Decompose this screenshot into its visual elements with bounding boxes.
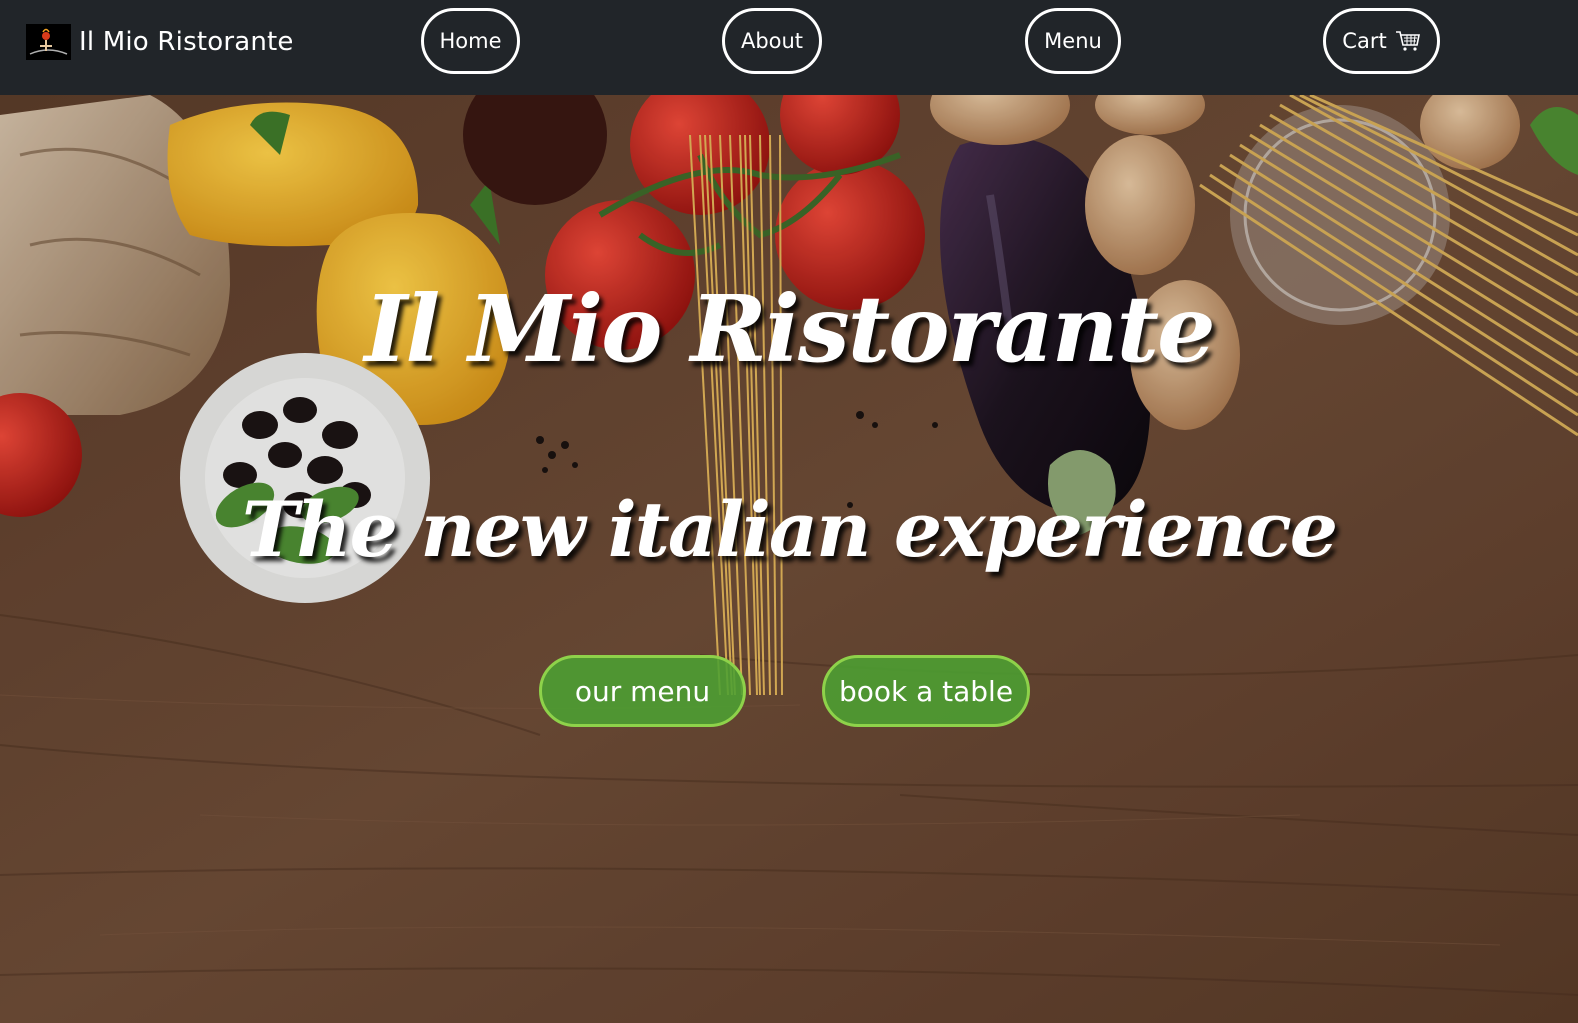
- navbar: Il Mio Ristorante Home About Menu Cart: [0, 0, 1578, 95]
- nav-menu-button[interactable]: Menu: [1025, 8, 1121, 74]
- nav-cart-label: Cart: [1342, 29, 1387, 53]
- shopping-cart-icon: [1395, 30, 1421, 52]
- chef-logo-icon: [26, 24, 71, 60]
- nav-menu-label: Menu: [1044, 29, 1102, 53]
- nav-about-button[interactable]: About: [722, 8, 822, 74]
- our-menu-button[interactable]: our menu: [539, 655, 746, 727]
- book-table-label: book a table: [838, 674, 1014, 708]
- brand-link[interactable]: Il Mio Ristorante: [26, 22, 294, 62]
- nav-cart-button[interactable]: Cart: [1323, 8, 1440, 74]
- nav-home-button[interactable]: Home: [421, 8, 520, 74]
- nav-home-label: Home: [439, 29, 502, 53]
- book-table-button[interactable]: book a table: [822, 655, 1030, 727]
- nav-about-label: About: [740, 29, 804, 53]
- hero-section: Il Mio Ristorante The new italian experi…: [0, 95, 1578, 1023]
- page: Il Mio Ristorante Home About Menu Cart I…: [0, 0, 1578, 1023]
- brand-name: Il Mio Ristorante: [79, 27, 294, 57]
- our-menu-label: our menu: [574, 674, 711, 708]
- hero-title: Il Mio Ristorante: [364, 275, 1215, 383]
- hero-subtitle: The new italian experience: [241, 485, 1338, 574]
